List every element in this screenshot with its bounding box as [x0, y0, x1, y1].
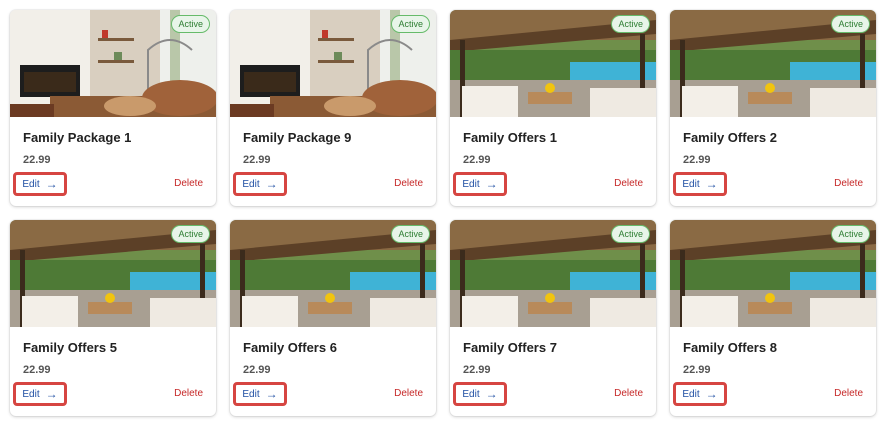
card-title: Family Offers 2 — [683, 130, 777, 145]
edit-label: Edit — [682, 178, 700, 190]
card-title: Family Offers 1 — [463, 130, 557, 145]
arrow-right-icon: → — [45, 177, 58, 191]
package-card[interactable]: Active Family Offers 1 22.99 Edit → Dele… — [450, 10, 656, 206]
card-title: Family Offers 7 — [463, 340, 557, 355]
package-card[interactable]: Active Family Offers 8 22.99 Edit → Dele… — [670, 220, 876, 416]
edit-button[interactable]: Edit → — [233, 382, 287, 406]
card-price: 22.99 — [23, 154, 51, 166]
status-badge: Active — [171, 225, 210, 243]
package-card[interactable]: Active Family Package 9 22.99 Edit → Del… — [230, 10, 436, 206]
edit-label: Edit — [462, 178, 480, 190]
package-card[interactable]: Active Family Package 1 22.99 Edit → Del… — [10, 10, 216, 206]
delete-button[interactable]: Delete — [394, 178, 423, 189]
delete-button[interactable]: Delete — [614, 178, 643, 189]
arrow-right-icon: → — [485, 387, 498, 401]
card-title: Family Offers 8 — [683, 340, 777, 355]
arrow-right-icon: → — [705, 177, 718, 191]
package-grid: Active Family Package 1 22.99 Edit → Del… — [0, 0, 888, 423]
edit-label: Edit — [22, 388, 40, 400]
card-image: Active — [230, 220, 436, 327]
edit-button[interactable]: Edit → — [13, 172, 67, 196]
card-price: 22.99 — [243, 154, 271, 166]
edit-label: Edit — [682, 388, 700, 400]
card-image: Active — [670, 220, 876, 327]
edit-label: Edit — [462, 388, 480, 400]
card-image: Active — [670, 10, 876, 117]
edit-button[interactable]: Edit → — [673, 172, 727, 196]
edit-button[interactable]: Edit → — [673, 382, 727, 406]
status-badge: Active — [391, 15, 430, 33]
status-badge: Active — [391, 225, 430, 243]
edit-label: Edit — [22, 178, 40, 190]
edit-label: Edit — [242, 388, 260, 400]
card-price: 22.99 — [243, 364, 271, 376]
card-price: 22.99 — [683, 154, 711, 166]
arrow-right-icon: → — [45, 387, 58, 401]
arrow-right-icon: → — [705, 387, 718, 401]
card-image: Active — [230, 10, 436, 117]
status-badge: Active — [611, 225, 650, 243]
package-card[interactable]: Active Family Offers 7 22.99 Edit → Dele… — [450, 220, 656, 416]
delete-button[interactable]: Delete — [394, 388, 423, 399]
arrow-right-icon: → — [265, 177, 278, 191]
package-card[interactable]: Active Family Offers 5 22.99 Edit → Dele… — [10, 220, 216, 416]
status-badge: Active — [831, 15, 870, 33]
card-price: 22.99 — [463, 364, 491, 376]
card-title: Family Package 9 — [243, 130, 352, 145]
card-title: Family Offers 5 — [23, 340, 117, 355]
card-title: Family Package 1 — [23, 130, 132, 145]
edit-label: Edit — [242, 178, 260, 190]
card-image: Active — [10, 10, 216, 117]
status-badge: Active — [171, 15, 210, 33]
edit-button[interactable]: Edit → — [233, 172, 287, 196]
arrow-right-icon: → — [485, 177, 498, 191]
card-image: Active — [450, 220, 656, 327]
edit-button[interactable]: Edit → — [453, 172, 507, 196]
delete-button[interactable]: Delete — [174, 388, 203, 399]
package-card[interactable]: Active Family Offers 6 22.99 Edit → Dele… — [230, 220, 436, 416]
delete-button[interactable]: Delete — [614, 388, 643, 399]
delete-button[interactable]: Delete — [174, 178, 203, 189]
edit-button[interactable]: Edit → — [453, 382, 507, 406]
card-image: Active — [10, 220, 216, 327]
status-badge: Active — [831, 225, 870, 243]
card-image: Active — [450, 10, 656, 117]
edit-button[interactable]: Edit → — [13, 382, 67, 406]
card-price: 22.99 — [683, 364, 711, 376]
card-price: 22.99 — [463, 154, 491, 166]
card-title: Family Offers 6 — [243, 340, 337, 355]
card-price: 22.99 — [23, 364, 51, 376]
arrow-right-icon: → — [265, 387, 278, 401]
package-card[interactable]: Active Family Offers 2 22.99 Edit → Dele… — [670, 10, 876, 206]
delete-button[interactable]: Delete — [834, 388, 863, 399]
status-badge: Active — [611, 15, 650, 33]
delete-button[interactable]: Delete — [834, 178, 863, 189]
